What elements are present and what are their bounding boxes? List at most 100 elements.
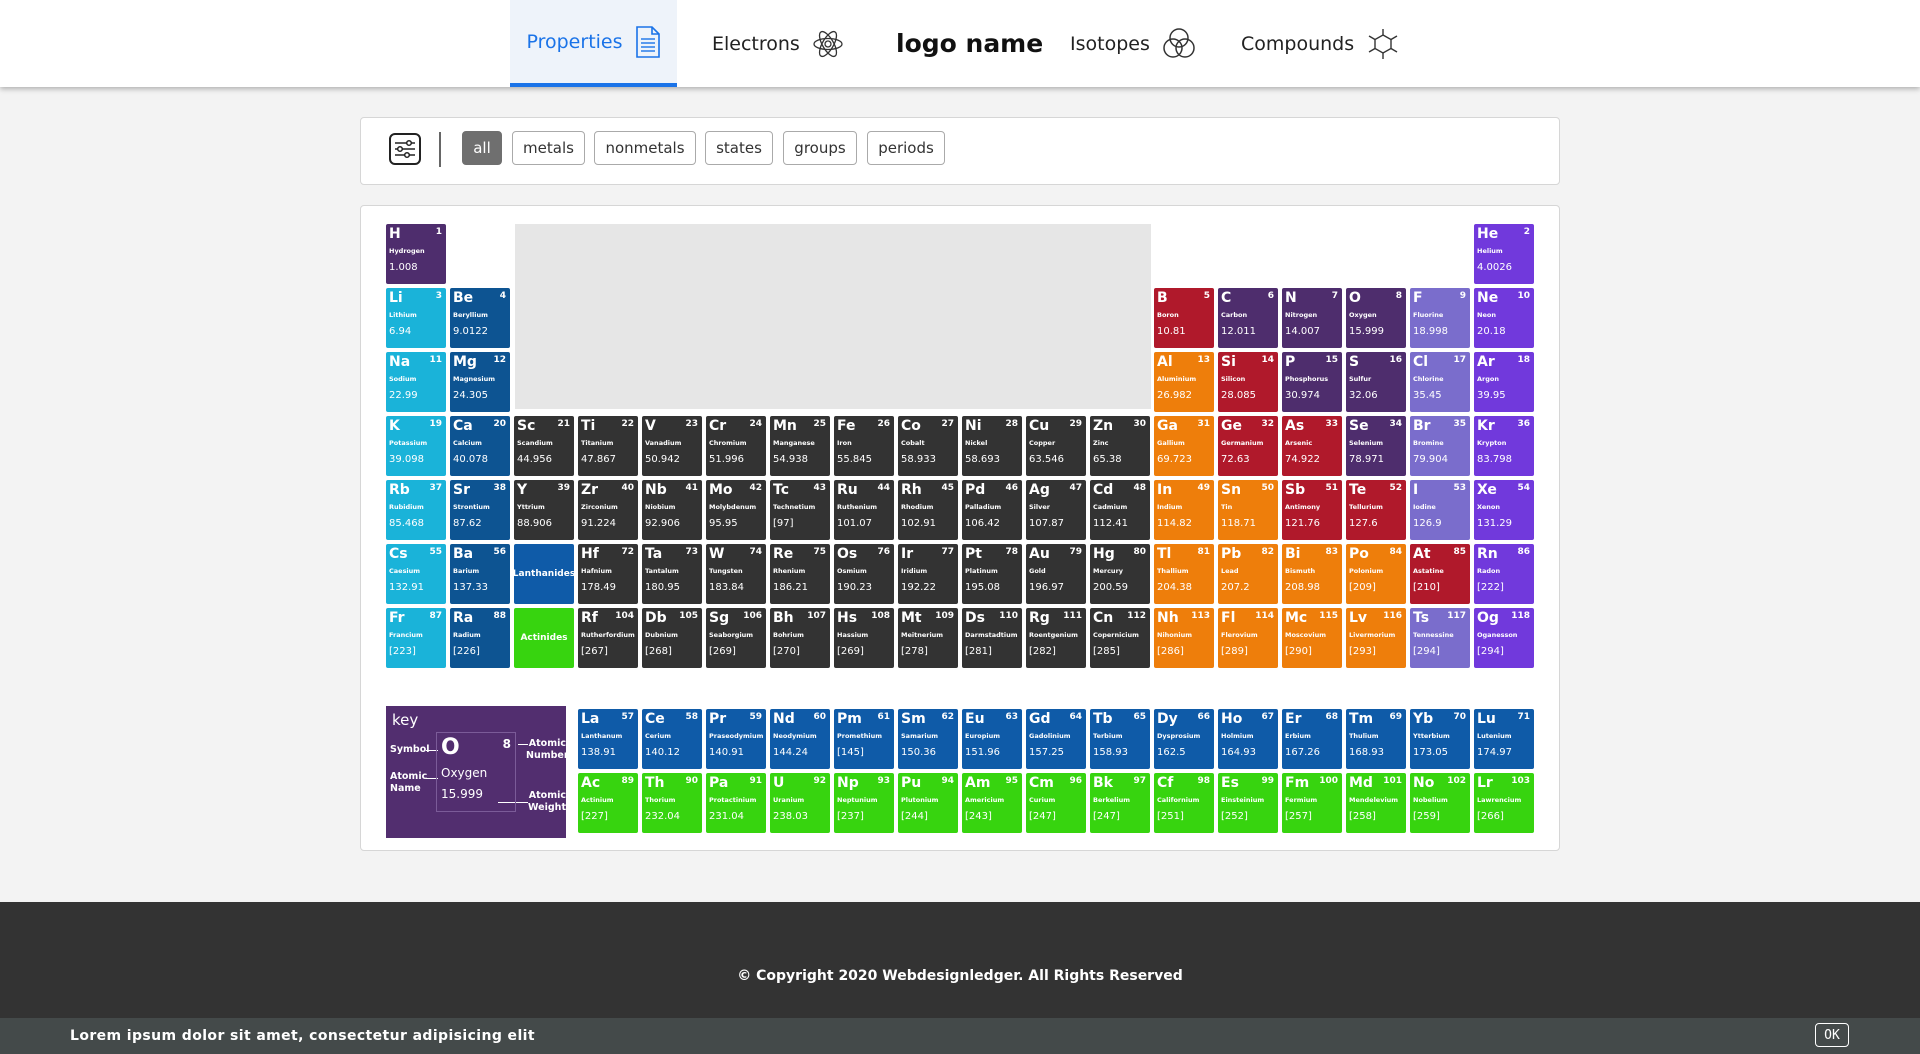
element-ge[interactable]: Ge 32 Germanium 72.63 bbox=[1218, 416, 1278, 476]
element-fr[interactable]: Fr 87 Francium [223] bbox=[386, 608, 446, 668]
element-hg[interactable]: Hg 80 Mercury 200.59 bbox=[1090, 544, 1150, 604]
element-v[interactable]: V 23 Vanadium 50.942 bbox=[642, 416, 702, 476]
element-rh[interactable]: Rh 45 Rhodium 102.91 bbox=[898, 480, 958, 540]
element-ir[interactable]: Ir 77 Iridium 192.22 bbox=[898, 544, 958, 604]
element-cu[interactable]: Cu 29 Copper 63.546 bbox=[1026, 416, 1086, 476]
element-re[interactable]: Re 75 Rhenium 186.21 bbox=[770, 544, 830, 604]
element-se[interactable]: Se 34 Selenium 78.971 bbox=[1346, 416, 1406, 476]
element-sm[interactable]: Sm 62 Samarium 150.36 bbox=[898, 709, 958, 769]
element-mc[interactable]: Mc 115 Moscovium [290] bbox=[1282, 608, 1342, 668]
element-si[interactable]: Si 14 Silicon 28.085 bbox=[1218, 352, 1278, 412]
element-mo[interactable]: Mo 42 Molybdenum 95.95 bbox=[706, 480, 766, 540]
element-sg[interactable]: Sg 106 Seaborgium [269] bbox=[706, 608, 766, 668]
element-cr[interactable]: Cr 24 Chromium 51.996 bbox=[706, 416, 766, 476]
element-hf[interactable]: Hf 72 Hafnium 178.49 bbox=[578, 544, 638, 604]
element-rn[interactable]: Rn 86 Radon [222] bbox=[1474, 544, 1534, 604]
block-lanthanides[interactable]: Lanthanides bbox=[514, 544, 574, 604]
element-pt[interactable]: Pt 78 Platinum 195.08 bbox=[962, 544, 1022, 604]
element-w[interactable]: W 74 Tungsten 183.84 bbox=[706, 544, 766, 604]
element-gd[interactable]: Gd 64 Gadolinium 157.25 bbox=[1026, 709, 1086, 769]
element-mn[interactable]: Mn 25 Manganese 54.938 bbox=[770, 416, 830, 476]
element-dy[interactable]: Dy 66 Dysprosium 162.5 bbox=[1154, 709, 1214, 769]
element-au[interactable]: Au 79 Gold 196.97 bbox=[1026, 544, 1086, 604]
tab-compounds[interactable]: Compounds bbox=[1241, 0, 1400, 87]
element-yb[interactable]: Yb 70 Ytterbium 173.05 bbox=[1410, 709, 1470, 769]
element-pu[interactable]: Pu 94 Plutonium [244] bbox=[898, 773, 958, 833]
element-p[interactable]: P 15 Phosphorus 30.974 bbox=[1282, 352, 1342, 412]
filter-states-button[interactable]: states bbox=[705, 131, 773, 165]
logo[interactable]: logo name bbox=[896, 0, 1043, 87]
element-y[interactable]: Y 39 Yttrium 88.906 bbox=[514, 480, 574, 540]
element-bh[interactable]: Bh 107 Bohrium [270] bbox=[770, 608, 830, 668]
element-hs[interactable]: Hs 108 Hassium [269] bbox=[834, 608, 894, 668]
element-br[interactable]: Br 35 Bromine 79.904 bbox=[1410, 416, 1470, 476]
element-rg[interactable]: Rg 111 Roentgenium [282] bbox=[1026, 608, 1086, 668]
element-ca[interactable]: Ca 20 Calcium 40.078 bbox=[450, 416, 510, 476]
filter-nonmetals-button[interactable]: nonmetals bbox=[594, 131, 696, 165]
element-as[interactable]: As 33 Arsenic 74.922 bbox=[1282, 416, 1342, 476]
element-sc[interactable]: Sc 21 Scandium 44.956 bbox=[514, 416, 574, 476]
element-te[interactable]: Te 52 Tellurium 127.6 bbox=[1346, 480, 1406, 540]
ok-button[interactable]: OK bbox=[1815, 1023, 1849, 1047]
element-na[interactable]: Na 11 Sodium 22.99 bbox=[386, 352, 446, 412]
element-zn[interactable]: Zn 30 Zinc 65.38 bbox=[1090, 416, 1150, 476]
element-ti[interactable]: Ti 22 Titanium 47.867 bbox=[578, 416, 638, 476]
element-ta[interactable]: Ta 73 Tantalum 180.95 bbox=[642, 544, 702, 604]
element-zr[interactable]: Zr 40 Zirconium 91.224 bbox=[578, 480, 638, 540]
element-ds[interactable]: Ds 110 Darmstadtium [281] bbox=[962, 608, 1022, 668]
element-po[interactable]: Po 84 Polonium [209] bbox=[1346, 544, 1406, 604]
element-f[interactable]: F 9 Fluorine 18.998 bbox=[1410, 288, 1470, 348]
element-og[interactable]: Og 118 Oganesson [294] bbox=[1474, 608, 1534, 668]
filter-metals-button[interactable]: metals bbox=[512, 131, 585, 165]
element-es[interactable]: Es 99 Einsteinium [252] bbox=[1218, 773, 1278, 833]
element-db[interactable]: Db 105 Dubnium [268] bbox=[642, 608, 702, 668]
element-cn[interactable]: Cn 112 Copernicium [285] bbox=[1090, 608, 1150, 668]
filter-all-button[interactable]: all bbox=[462, 131, 502, 165]
element-he[interactable]: He 2 Helium 4.0026 bbox=[1474, 224, 1534, 284]
element-lv[interactable]: Lv 116 Livermorium [293] bbox=[1346, 608, 1406, 668]
element-md[interactable]: Md 101 Mendelevium [258] bbox=[1346, 773, 1406, 833]
element-at[interactable]: At 85 Astatine [210] bbox=[1410, 544, 1470, 604]
element-cd[interactable]: Cd 48 Cadmium 112.41 bbox=[1090, 480, 1150, 540]
element-ar[interactable]: Ar 18 Argon 39.95 bbox=[1474, 352, 1534, 412]
element-s[interactable]: S 16 Sulfur 32.06 bbox=[1346, 352, 1406, 412]
element-fl[interactable]: Fl 114 Flerovium [289] bbox=[1218, 608, 1278, 668]
element-co[interactable]: Co 27 Cobalt 58.933 bbox=[898, 416, 958, 476]
element-nh[interactable]: Nh 113 Nihonium [286] bbox=[1154, 608, 1214, 668]
element-bi[interactable]: Bi 83 Bismuth 208.98 bbox=[1282, 544, 1342, 604]
element-ts[interactable]: Ts 117 Tennessine [294] bbox=[1410, 608, 1470, 668]
element-mg[interactable]: Mg 12 Magnesium 24.305 bbox=[450, 352, 510, 412]
element-cm[interactable]: Cm 96 Curium [247] bbox=[1026, 773, 1086, 833]
element-rf[interactable]: Rf 104 Rutherfordium [267] bbox=[578, 608, 638, 668]
element-ag[interactable]: Ag 47 Silver 107.87 bbox=[1026, 480, 1086, 540]
element-fm[interactable]: Fm 100 Fermium [257] bbox=[1282, 773, 1342, 833]
element-ru[interactable]: Ru 44 Ruthenium 101.07 bbox=[834, 480, 894, 540]
element-no[interactable]: No 102 Nobelium [259] bbox=[1410, 773, 1470, 833]
element-cs[interactable]: Cs 55 Caesium 132.91 bbox=[386, 544, 446, 604]
block-actinides[interactable]: Actinides bbox=[514, 608, 574, 668]
element-ra[interactable]: Ra 88 Radium [226] bbox=[450, 608, 510, 668]
element-er[interactable]: Er 68 Erbium 167.26 bbox=[1282, 709, 1342, 769]
element-ba[interactable]: Ba 56 Barium 137.33 bbox=[450, 544, 510, 604]
element-c[interactable]: C 6 Carbon 12.011 bbox=[1218, 288, 1278, 348]
element-pd[interactable]: Pd 46 Palladium 106.42 bbox=[962, 480, 1022, 540]
element-ho[interactable]: Ho 67 Holmium 164.93 bbox=[1218, 709, 1278, 769]
element-cf[interactable]: Cf 98 Californium [251] bbox=[1154, 773, 1214, 833]
element-ac[interactable]: Ac 89 Actinium [227] bbox=[578, 773, 638, 833]
tab-properties[interactable]: Properties bbox=[510, 0, 677, 87]
element-sn[interactable]: Sn 50 Tin 118.71 bbox=[1218, 480, 1278, 540]
element-ne[interactable]: Ne 10 Neon 20.18 bbox=[1474, 288, 1534, 348]
element-nb[interactable]: Nb 41 Niobium 92.906 bbox=[642, 480, 702, 540]
element-al[interactable]: Al 13 Aluminium 26.982 bbox=[1154, 352, 1214, 412]
element-bk[interactable]: Bk 97 Berkelium [247] bbox=[1090, 773, 1150, 833]
element-tc[interactable]: Tc 43 Technetium [97] bbox=[770, 480, 830, 540]
element-xe[interactable]: Xe 54 Xenon 131.29 bbox=[1474, 480, 1534, 540]
element-o[interactable]: O 8 Oxygen 15.999 bbox=[1346, 288, 1406, 348]
element-np[interactable]: Np 93 Neptunium [237] bbox=[834, 773, 894, 833]
element-mt[interactable]: Mt 109 Meitnerium [278] bbox=[898, 608, 958, 668]
element-in[interactable]: In 49 Indium 114.82 bbox=[1154, 480, 1214, 540]
element-tb[interactable]: Tb 65 Terbium 158.93 bbox=[1090, 709, 1150, 769]
filter-periods-button[interactable]: periods bbox=[867, 131, 945, 165]
element-kr[interactable]: Kr 36 Krypton 83.798 bbox=[1474, 416, 1534, 476]
element-sb[interactable]: Sb 51 Antimony 121.76 bbox=[1282, 480, 1342, 540]
